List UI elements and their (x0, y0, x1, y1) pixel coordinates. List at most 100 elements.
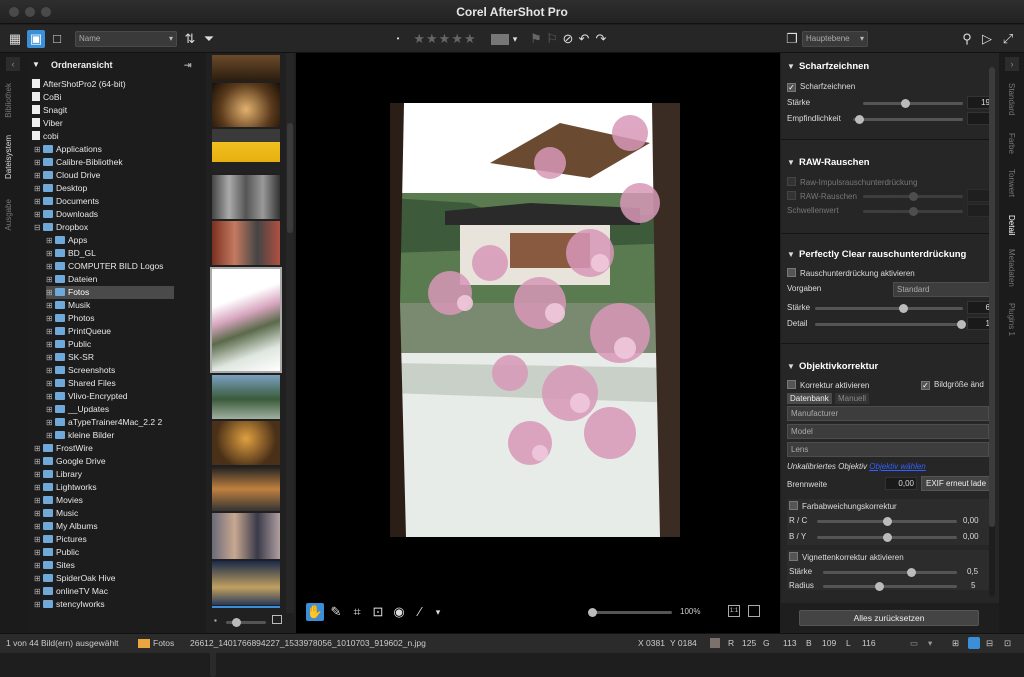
expand-icon[interactable]: ⊞ (46, 390, 55, 403)
tree-item[interactable]: ⊞ kleine Bilder (46, 429, 174, 442)
color-label-swatch[interactable] (491, 34, 509, 45)
vignette-strength-value[interactable]: 0,5 (967, 567, 978, 576)
expand-icon[interactable]: ⊞ (34, 156, 43, 169)
single-view-icon[interactable]: □ (48, 30, 66, 48)
star-rating[interactable]: ★★★★★ (405, 30, 485, 48)
expand-icon[interactable]: ⊞ (34, 455, 43, 468)
tab-ausgabe[interactable]: Ausgabe (4, 199, 13, 231)
expand-icon[interactable]: ⊞ (34, 442, 43, 455)
rating-dot-icon[interactable]: • (393, 30, 403, 48)
layer-dropdown[interactable]: Hauptebene ▾ (802, 31, 868, 47)
section-raw-noise-header[interactable]: ▼ RAW-Rauschen (787, 157, 870, 168)
tree-item[interactable]: ⊞ SpiderOak Hive (34, 572, 174, 585)
tree-item[interactable]: ⊞ SK-SR (46, 351, 174, 364)
expand-icon[interactable]: ⊞ (34, 195, 43, 208)
ca-enable-checkbox[interactable]: Farbabweichungskorrektur (789, 501, 897, 511)
tab-tonwert[interactable]: Tonwert (1007, 169, 1016, 197)
raw-noise-checkbox[interactable]: RAW-Rauschen (787, 191, 857, 201)
tab-bibliothek[interactable]: Bibliothek (4, 83, 13, 118)
tree-item[interactable]: ⊞ Movies (34, 494, 174, 507)
lens-field[interactable]: Lens (787, 442, 989, 457)
expand-icon[interactable]: ⊞ (34, 468, 43, 481)
thumbnail-image[interactable] (212, 561, 280, 605)
layers-icon[interactable]: ❐ (783, 30, 801, 48)
rotate-right-icon[interactable]: ↷ (592, 30, 610, 48)
brush-icon[interactable]: ⁄ (411, 603, 429, 621)
tree-item[interactable]: ⊞ Photos (46, 312, 174, 325)
threshold-slider[interactable] (863, 207, 963, 216)
tree-item[interactable]: ⊞ Calibre-Bibliothek (34, 156, 174, 169)
thumbnail-image[interactable] (212, 467, 280, 511)
thumbnail-image[interactable] (212, 129, 280, 173)
right-panel-scrollbar[interactable] (989, 67, 995, 597)
tree-item[interactable]: ⊞ Public (34, 546, 174, 559)
tree-item[interactable]: ⊞ Google Drive (34, 455, 174, 468)
expand-icon[interactable]: ⊞ (46, 286, 55, 299)
by-slider[interactable] (817, 533, 957, 542)
compare-icon[interactable]: ⊟ (986, 638, 993, 649)
pc-detail-slider[interactable] (815, 320, 966, 329)
expand-icon[interactable]: ⊞ (46, 325, 55, 338)
tab-manual[interactable]: Manuell (835, 393, 870, 404)
tree-item[interactable]: ⊞ Apps (46, 234, 174, 247)
split-view-icon[interactable]: ▣ (27, 30, 45, 48)
sort-direction-icon[interactable]: ⇅ (181, 30, 199, 48)
thumbnail-image[interactable] (212, 513, 280, 559)
sharpen-strength-slider[interactable] (863, 99, 963, 108)
tab-standard[interactable]: Standard (1007, 83, 1016, 115)
main-photo[interactable] (390, 103, 680, 537)
tree-item[interactable]: ⊞ stencylworks (34, 598, 174, 611)
expand-icon[interactable]: ⊞ (46, 247, 55, 260)
expand-icon[interactable]: ⊞ (34, 598, 43, 611)
expand-icon[interactable]: ⊞ (46, 312, 55, 325)
vignette-strength-slider[interactable] (823, 568, 957, 577)
expand-icon[interactable]: ⊞ (46, 351, 55, 364)
tree-item[interactable]: ⊞ Dateien (46, 273, 174, 286)
expand-icon[interactable]: ⊞ (46, 364, 55, 377)
tab-database[interactable]: Datenbank (787, 393, 832, 404)
eyedropper-icon[interactable]: ✎ (327, 603, 345, 621)
tree-item[interactable]: ⊞ PrintQueue (46, 325, 174, 338)
manufacturer-field[interactable]: Manufacturer (787, 406, 989, 421)
tree-item[interactable]: ⊞ Cloud Drive (34, 169, 174, 182)
raw-noise-slider[interactable] (863, 192, 963, 201)
collapse-icon[interactable]: ⊟ (34, 221, 43, 234)
tree-item[interactable]: ⊞ Applications (34, 143, 174, 156)
tree-item[interactable]: ⊞ __Updates (46, 403, 174, 416)
sort-dropdown[interactable]: Name ▾ (75, 31, 177, 47)
sharpen-enable-checkbox[interactable]: ✓ Scharfzeichnen (787, 82, 855, 92)
vignette-enable-checkbox[interactable]: Vignettenkorrektur aktivieren (789, 552, 904, 562)
image-viewer[interactable] (296, 53, 780, 633)
by-value[interactable]: 0,00 (963, 532, 979, 541)
expand-icon[interactable]: ⊞ (34, 520, 43, 533)
layout-icon[interactable]: ⊞ (952, 638, 959, 649)
model-field[interactable]: Model (787, 424, 989, 439)
raw-impulse-checkbox[interactable]: Raw-Impulsrauschunterdrückung (787, 177, 917, 187)
zoom-slider[interactable] (588, 608, 672, 617)
expand-icon[interactable]: ⊞ (34, 494, 43, 507)
lens-enable-checkbox[interactable]: Korrektur aktivieren (787, 380, 869, 390)
slideshow-icon[interactable]: ▷ (978, 30, 996, 48)
tree-item[interactable]: ⊞ Desktop (34, 182, 174, 195)
resize-checkbox[interactable]: ✓ Bildgröße änd (921, 380, 984, 390)
tree-item[interactable]: ⊞ aTypeTrainer4Mac_2.2 2 (46, 416, 174, 429)
tree-item[interactable]: ⊞ onlineTV Mac (34, 585, 174, 598)
chevron-down-icon[interactable]: ▾ (509, 30, 521, 48)
choose-lens-link[interactable]: Objektiv wählen (869, 462, 925, 471)
fullscreen-icon[interactable]: ⤢ (999, 30, 1017, 48)
thumbnail-image[interactable] (212, 83, 280, 127)
tree-item[interactable]: ⊞ COMPUTER BILD Logos (46, 260, 174, 273)
expand-icon[interactable]: ⊞ (46, 234, 55, 247)
hand-tool-icon[interactable]: ✋ (306, 603, 324, 621)
expand-icon[interactable]: ⊞ (34, 507, 43, 520)
tree-item[interactable]: ⊞ Shared Files (46, 377, 174, 390)
small-thumb-icon[interactable]: ▪ (214, 616, 217, 625)
tree-item[interactable]: ⊞ Fotos (46, 286, 174, 299)
collapse-left-icon[interactable]: ‹ (6, 57, 20, 71)
grid-view-icon[interactable]: ▦ (6, 30, 24, 48)
search-icon[interactable]: ⚲ (958, 30, 976, 48)
tab-metadaten[interactable]: Metadaten (1007, 249, 1016, 287)
tree-item[interactable]: ⊞ Sites (34, 559, 174, 572)
thumbnail-image-selected[interactable] (210, 267, 282, 373)
redeye-icon[interactable]: ◉ (390, 603, 408, 621)
